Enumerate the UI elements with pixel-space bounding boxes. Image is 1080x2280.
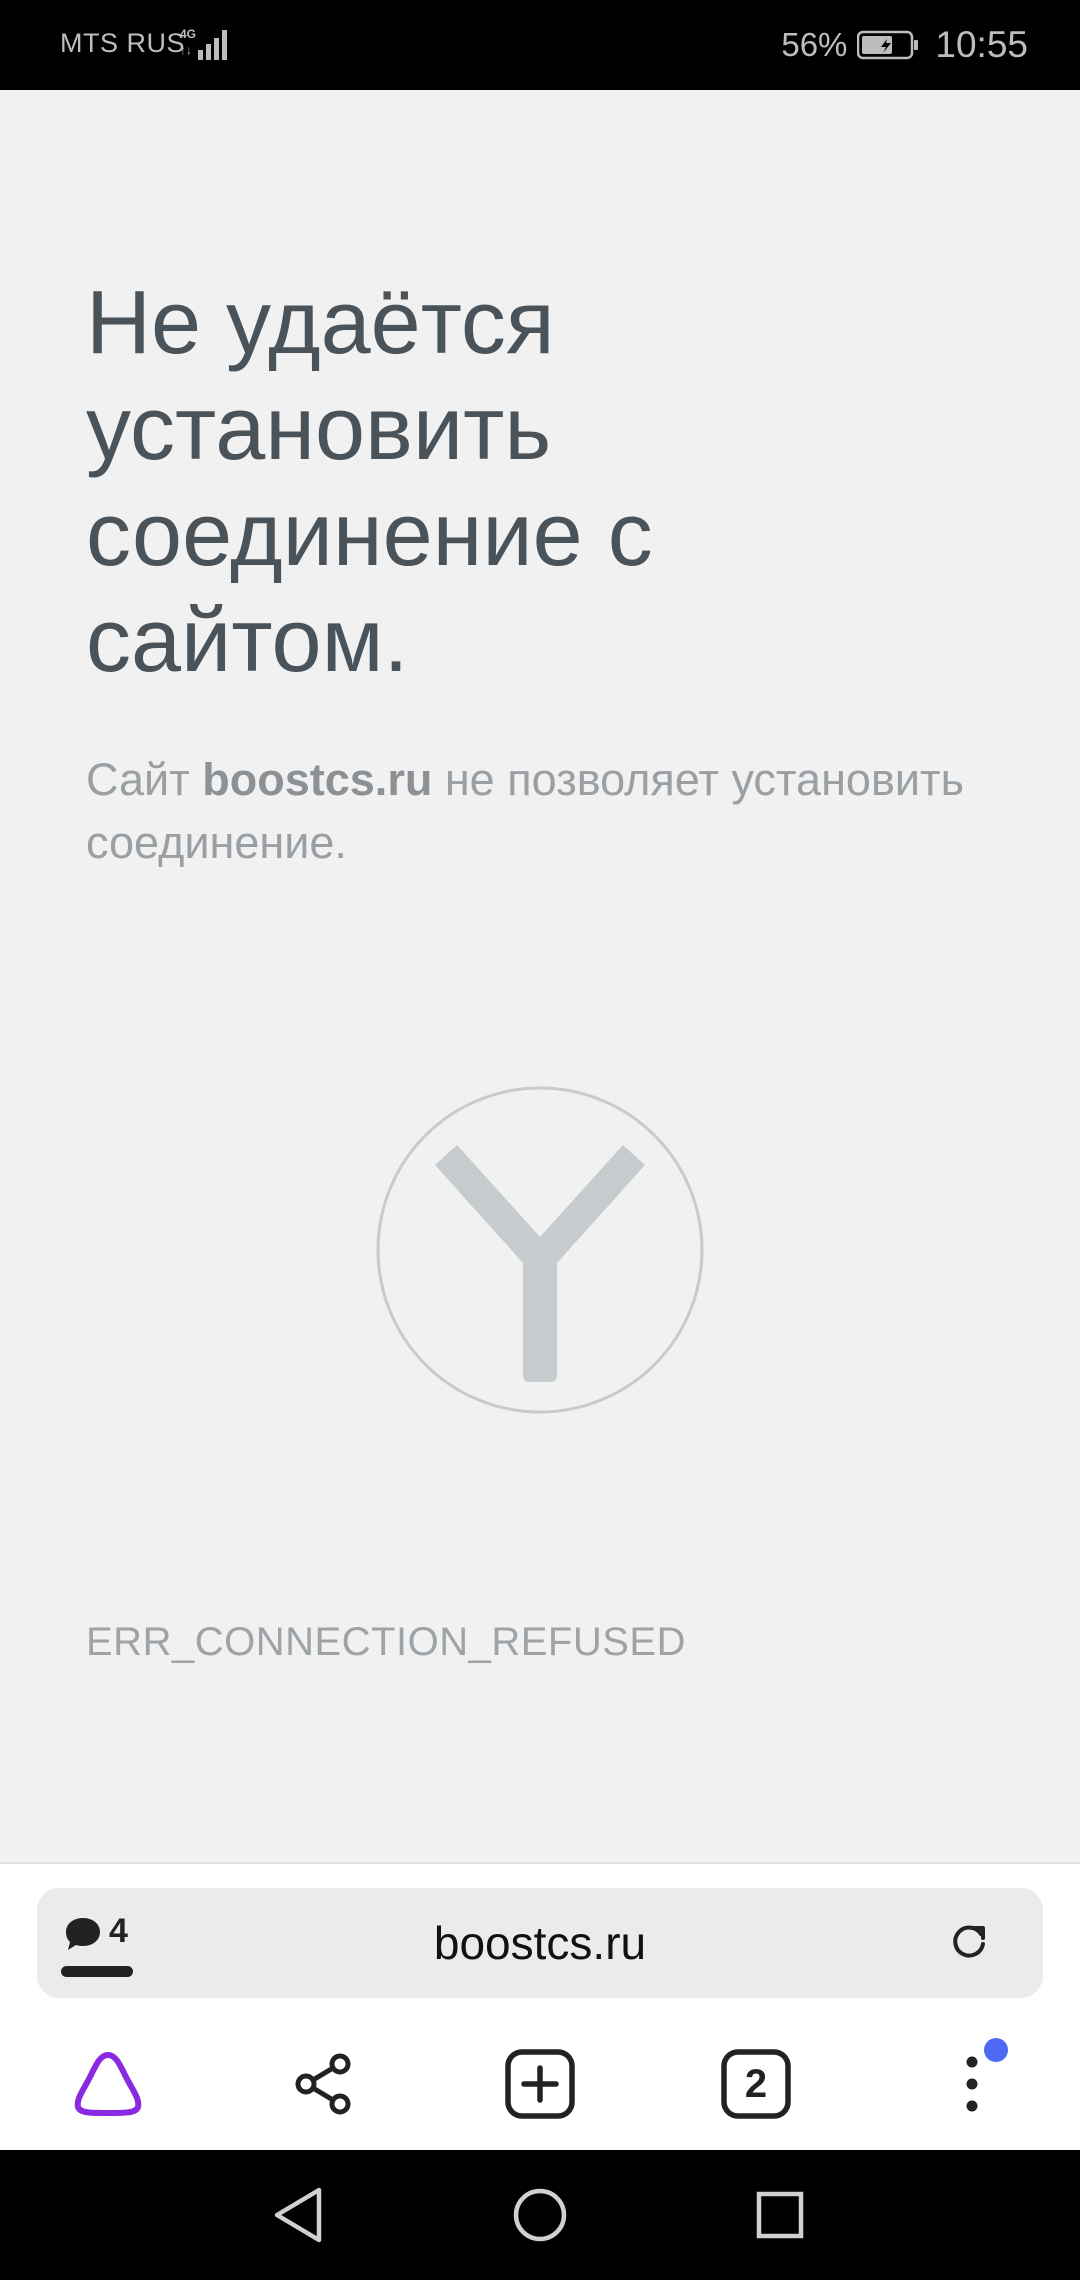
back-icon[interactable] xyxy=(265,2180,335,2250)
tabs-button[interactable]: 2 xyxy=(716,2044,796,2124)
error-site-name: boostcs.ru xyxy=(202,754,433,805)
menu-button[interactable] xyxy=(932,2038,1012,2124)
yandex-browser-logo-icon xyxy=(376,1086,704,1414)
new-tab-icon xyxy=(505,2049,575,2119)
notification-dot xyxy=(984,2038,1008,2062)
home-icon[interactable] xyxy=(505,2180,575,2250)
browser-bottom-panel: 4 boostcs.ru 2 xyxy=(0,1862,1080,2152)
new-tab-button[interactable] xyxy=(500,2044,580,2124)
address-bar[interactable]: 4 boostcs.ru xyxy=(37,1888,1043,1998)
error-description-prefix: Сайт xyxy=(86,754,203,805)
recents-icon[interactable] xyxy=(745,2180,815,2250)
error-description: Сайт boostcs.ru не позволяет установить … xyxy=(86,748,986,874)
status-bar: MTS RUS 4G ↑↓ 56% 10:55 xyxy=(0,0,1080,90)
network-type-label: 4G xyxy=(180,27,196,41)
reload-icon[interactable] xyxy=(947,1920,991,1964)
error-page: Не удаётся установить соединение с сайто… xyxy=(0,90,1080,1862)
alice-icon xyxy=(74,2052,142,2116)
system-nav-bar xyxy=(0,2150,1080,2280)
battery-percent: 56% xyxy=(781,26,848,63)
error-title: Не удаётся установить соединение с сайто… xyxy=(86,273,653,691)
share-button[interactable] xyxy=(284,2044,364,2124)
tabs-count: 2 xyxy=(744,2061,768,2106)
signal-icon: 4G ↑↓ xyxy=(180,27,227,60)
url-text[interactable]: boostcs.ru xyxy=(37,1916,1043,1970)
battery-icon xyxy=(857,30,919,60)
error-code: ERR_CONNECTION_REFUSED xyxy=(86,1620,686,1664)
clock: 10:55 xyxy=(935,24,1028,65)
menu-icon xyxy=(966,2056,978,2112)
browser-toolbar: 2 xyxy=(0,2024,1080,2152)
share-icon xyxy=(295,2053,351,2115)
carrier-label: MTS RUS xyxy=(60,28,185,58)
svg-text:↑↓: ↑↓ xyxy=(180,43,192,57)
alice-button[interactable] xyxy=(68,2044,148,2124)
